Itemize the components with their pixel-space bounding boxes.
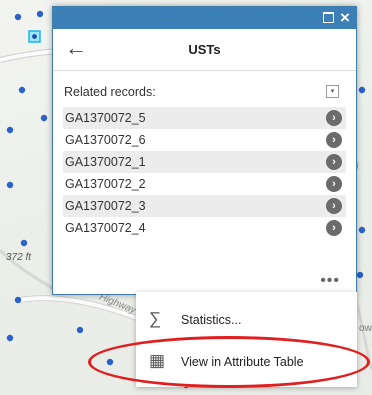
record-label: GA1370072_2 [65,177,146,191]
map-point [6,126,14,134]
divider [53,70,356,71]
map-label-right: ow [359,323,372,334]
related-records-label: Related records: [64,85,156,99]
map-point [14,13,22,21]
chevron-right-icon[interactable]: › [326,176,342,192]
map-point [6,181,14,189]
view-attribute-table-label: View in Attribute Table [181,355,304,369]
context-menu: ∑ Statistics... ▦ View in Attribute Tabl… [136,292,357,387]
record-label: GA1370072_6 [65,133,146,147]
chevron-right-icon[interactable]: › [326,110,342,126]
map-point [40,114,48,122]
map-point [76,326,84,334]
chevron-right-icon[interactable]: › [326,220,342,236]
popup-header: ← USTs [53,29,356,71]
record-label: GA1370072_4 [65,221,146,235]
list-item[interactable]: GA1370072_2 › [63,173,346,195]
map-point [358,226,366,234]
popup-title: USTs [188,42,221,57]
map-point [36,10,44,18]
close-icon[interactable]: × [337,9,353,26]
related-records-list: GA1370072_5 › GA1370072_6 › GA1370072_1 … [53,107,356,239]
map-point [356,271,364,279]
map-point [358,86,366,94]
list-item[interactable]: GA1370072_6 › [63,129,346,151]
map-point [14,296,22,304]
chevron-down-icon[interactable]: ▾ [326,85,339,98]
map-point [106,358,114,366]
sigma-icon: ∑ [149,309,162,328]
list-item[interactable]: GA1370072_1 › [63,151,346,173]
related-records-header: Related records: ▾ [53,79,356,105]
record-label: GA1370072_3 [65,199,146,213]
popup-titlebar: × [53,7,356,29]
list-item[interactable]: GA1370072_3 › [63,195,346,217]
record-label: GA1370072_5 [65,111,146,125]
list-item[interactable]: GA1370072_4 › [63,217,346,239]
map-point [6,334,14,342]
list-item[interactable]: GA1370072_5 › [63,107,346,129]
record-label: GA1370072_1 [65,155,146,169]
chevron-right-icon[interactable]: › [326,198,342,214]
chevron-right-icon[interactable]: › [326,154,342,170]
table-icon: ▦ [149,351,166,370]
maximize-icon[interactable] [320,10,336,26]
view-attribute-table-menu-item[interactable]: ▦ View in Attribute Table [136,342,357,382]
chevron-right-icon[interactable]: › [326,132,342,148]
scale-label: 372 ft [6,252,32,263]
map-point [18,86,26,94]
popup-window: × ← USTs Related records: ▾ GA1370072_5 … [52,6,357,295]
statistics-menu-item[interactable]: ∑ Statistics... [136,300,357,340]
map-point [20,239,28,247]
statistics-label: Statistics... [181,313,242,327]
more-icon[interactable]: ••• [320,272,340,290]
